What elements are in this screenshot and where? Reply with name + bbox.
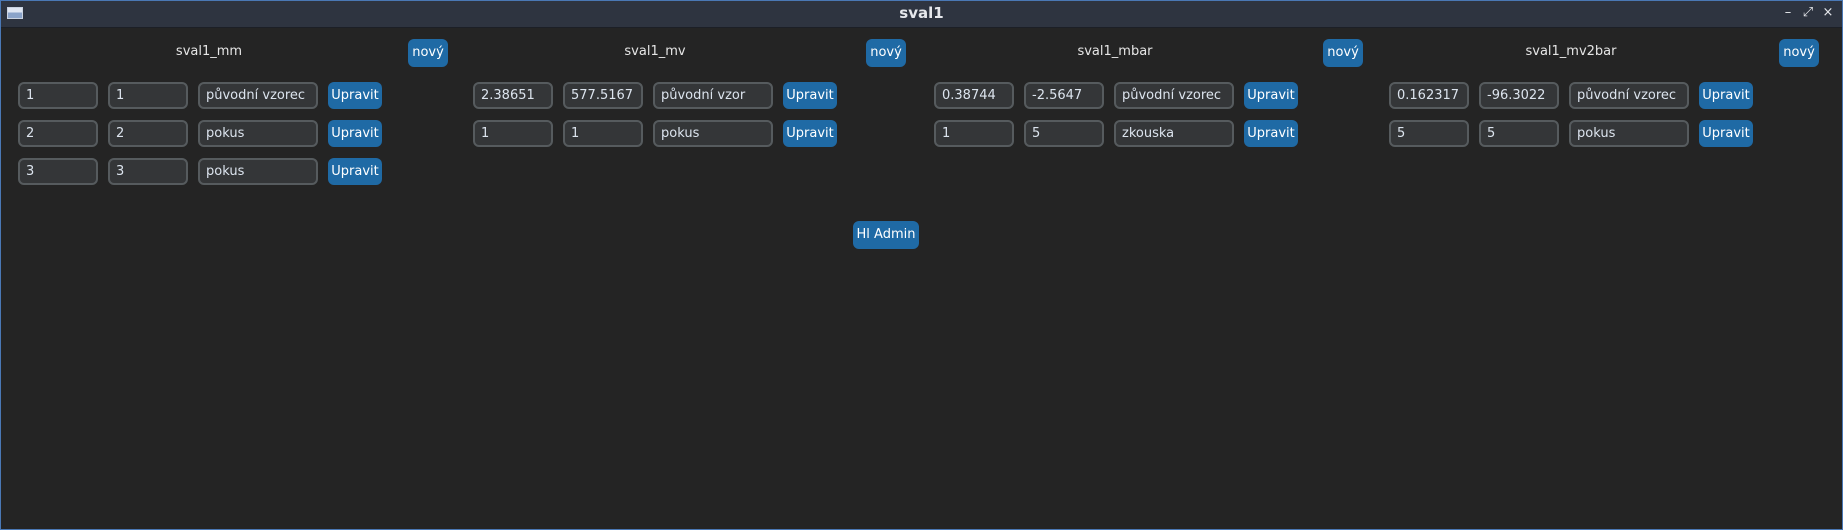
edit-button-mv-row2[interactable]: Upravit <box>783 120 837 147</box>
edit-button-mm-row3[interactable]: Upravit <box>328 158 382 185</box>
new-button-mbar[interactable]: nový <box>1323 39 1363 67</box>
entry-mv2bar-row1-name[interactable]: původní vzorec <box>1569 82 1689 109</box>
new-button-mm[interactable]: nový <box>408 39 448 67</box>
column-title-mbar: sval1_mbar <box>1077 44 1153 59</box>
new-button-mv2bar[interactable]: nový <box>1779 39 1819 67</box>
entry-mv2bar-row2-name[interactable]: pokus <box>1569 120 1689 147</box>
app-window: sval1 – ⤢ × sval1_mm nový 1 1 původní vz… <box>0 0 1843 530</box>
edit-button-mm-row1[interactable]: Upravit <box>328 82 382 109</box>
entry-mm-row1-b[interactable]: 1 <box>108 82 188 109</box>
edit-button-mv-row1[interactable]: Upravit <box>783 82 837 109</box>
title-bar[interactable]: sval1 – ⤢ × <box>1 1 1842 28</box>
entry-mv-row2-name[interactable]: pokus <box>653 120 773 147</box>
column-title-mm: sval1_mm <box>175 44 243 59</box>
entry-mm-row2-name[interactable]: pokus <box>198 120 318 147</box>
column-title-mv: sval1_mv <box>624 44 686 59</box>
edit-button-mv2bar-row2[interactable]: Upravit <box>1699 120 1753 147</box>
entry-mv2bar-row2-b[interactable]: 5 <box>1479 120 1559 147</box>
entry-mm-row3-a[interactable]: 3 <box>18 158 98 185</box>
edit-button-mm-row2[interactable]: Upravit <box>328 120 382 147</box>
entry-mbar-row1-a[interactable]: 0.38744 <box>934 82 1014 109</box>
edit-button-mv2bar-row1[interactable]: Upravit <box>1699 82 1753 109</box>
column-title-mv2bar: sval1_mv2bar <box>1525 44 1617 59</box>
maximize-icon[interactable]: ⤢ <box>1800 5 1816 21</box>
entry-mv2bar-row1-a[interactable]: 0.162317 <box>1389 82 1469 109</box>
entry-mv-row2-b[interactable]: 1 <box>563 120 643 147</box>
entry-mv2bar-row1-b[interactable]: -96.3022 <box>1479 82 1559 109</box>
entry-mv-row1-name[interactable]: původní vzor <box>653 82 773 109</box>
entry-mbar-row2-a[interactable]: 1 <box>934 120 1014 147</box>
edit-button-mbar-row2[interactable]: Upravit <box>1244 120 1298 147</box>
admin-button[interactable]: Hl Admin <box>853 221 919 249</box>
entry-mm-row1-name[interactable]: původní vzorec <box>198 82 318 109</box>
entry-mm-row3-name[interactable]: pokus <box>198 158 318 185</box>
new-button-mv[interactable]: nový <box>866 39 906 67</box>
entry-mm-row1-a[interactable]: 1 <box>18 82 98 109</box>
entry-mbar-row1-b[interactable]: -2.5647 <box>1024 82 1104 109</box>
entry-mv-row2-a[interactable]: 1 <box>473 120 553 147</box>
entry-mm-row2-a[interactable]: 2 <box>18 120 98 147</box>
entry-mbar-row1-name[interactable]: původní vzorec <box>1114 82 1234 109</box>
window-title: sval1 <box>899 4 944 22</box>
entry-mv2bar-row2-a[interactable]: 5 <box>1389 120 1469 147</box>
entry-mm-row3-b[interactable]: 3 <box>108 158 188 185</box>
close-icon[interactable]: × <box>1820 5 1836 21</box>
minimize-icon[interactable]: – <box>1780 5 1796 21</box>
entry-mbar-row2-name[interactable]: zkouska <box>1114 120 1234 147</box>
entry-mm-row2-b[interactable]: 2 <box>108 120 188 147</box>
entry-mbar-row2-b[interactable]: 5 <box>1024 120 1104 147</box>
edit-button-mbar-row1[interactable]: Upravit <box>1244 82 1298 109</box>
entry-mv-row1-a[interactable]: 2.38651 <box>473 82 553 109</box>
entry-mv-row1-b[interactable]: 577.5167 <box>563 82 643 109</box>
